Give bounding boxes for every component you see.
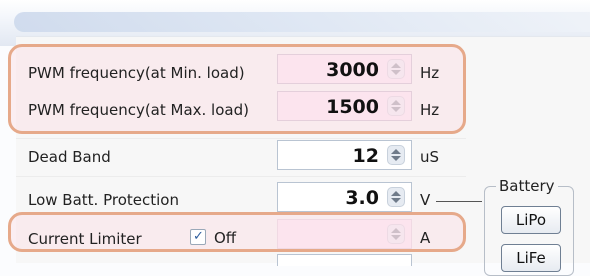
pwm-min-value: 3000 (326, 59, 379, 81)
current-limiter-unit: A (420, 229, 431, 247)
low-batt-unit: V (420, 191, 431, 209)
low-batt-spin-arrows[interactable] (387, 187, 405, 207)
dead-band-spin-arrows[interactable] (387, 145, 405, 165)
checkmark-icon: ✓ (193, 229, 204, 244)
pwm-min-spinbox[interactable]: 3000 (277, 54, 412, 84)
spin-up-icon[interactable] (391, 191, 401, 196)
current-limiter-spin-arrows[interactable] (387, 224, 405, 244)
current-limiter-label: Current Limiter (28, 230, 142, 248)
battery-connector-line (436, 201, 482, 202)
spin-down-icon[interactable] (391, 70, 401, 75)
life-button[interactable]: LiFe (501, 244, 561, 272)
dead-band-value: 12 (352, 145, 379, 167)
pwm-max-value: 1500 (326, 96, 379, 118)
spin-up-icon[interactable] (391, 149, 401, 154)
lipo-button[interactable]: LiPo (501, 206, 561, 234)
pwm-max-spin-arrows[interactable] (387, 96, 405, 116)
pwm-max-unit: Hz (420, 101, 440, 119)
current-limiter-spinbox[interactable] (277, 219, 412, 249)
pwm-min-label: PWM frequency(at Min. load) (28, 64, 245, 82)
row-separator (16, 138, 466, 139)
next-row-field[interactable] (277, 254, 412, 266)
pwm-max-label: PWM frequency(at Max. load) (28, 101, 249, 119)
current-limiter-checkbox-label[interactable]: Off (214, 229, 236, 247)
low-batt-value: 3.0 (345, 187, 379, 209)
dead-band-unit: uS (420, 148, 440, 166)
pwm-min-spin-arrows[interactable] (387, 59, 405, 79)
spin-down-icon[interactable] (391, 107, 401, 112)
dead-band-label: Dead Band (28, 148, 111, 166)
spin-up-icon[interactable] (391, 228, 401, 233)
window-title-band (14, 12, 590, 32)
battery-group-legend: Battery (496, 177, 558, 195)
row-separator (16, 176, 466, 177)
low-batt-label: Low Batt. Protection (28, 191, 179, 209)
spin-down-icon[interactable] (391, 235, 401, 240)
spin-up-icon[interactable] (391, 100, 401, 105)
spin-down-icon[interactable] (391, 156, 401, 161)
spin-down-icon[interactable] (391, 198, 401, 203)
pwm-min-unit: Hz (420, 64, 440, 82)
current-limiter-checkbox[interactable]: ✓ (190, 229, 206, 245)
dead-band-spinbox[interactable]: 12 (277, 140, 412, 170)
spin-up-icon[interactable] (391, 63, 401, 68)
low-batt-spinbox[interactable]: 3.0 (277, 182, 412, 212)
pwm-max-spinbox[interactable]: 1500 (277, 91, 412, 121)
